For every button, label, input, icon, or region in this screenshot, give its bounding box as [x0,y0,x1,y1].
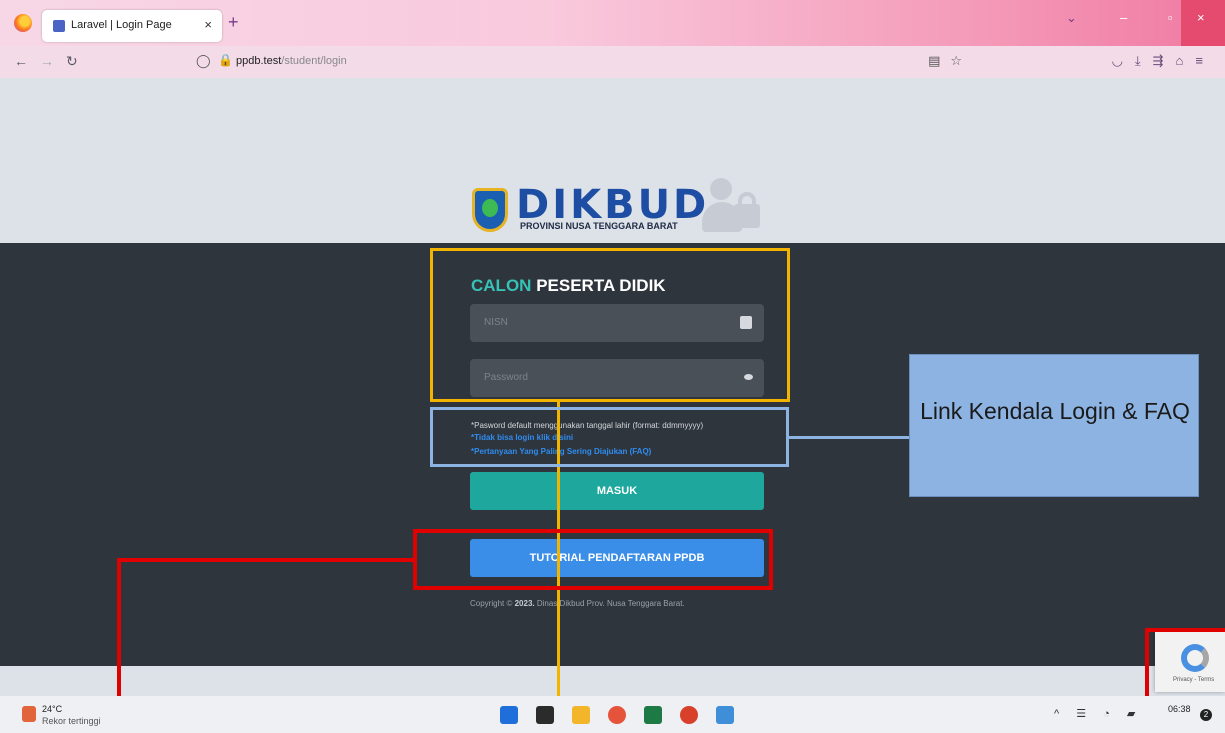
notification-icon[interactable]: 2 [1200,709,1212,721]
minimize-icon[interactable]: – [1120,10,1127,25]
page-footer-area [0,666,1225,696]
back-icon[interactable]: ← [14,53,28,69]
callout-text: Link Kendala Login & FAQ [920,398,1190,424]
weather-temperature[interactable]: 24°C [42,704,62,714]
annotation-blue-line [789,436,909,439]
browser-tab-bar: Laravel | Login Page × + ⌄ – ▫ × [0,0,1225,46]
shield-icon[interactable]: ◯ [196,53,211,69]
dikbud-logo: DIKBUD PROVINSI NUSA TENGGARA BARAT [472,178,772,238]
lock-icon[interactable]: 🔒 [218,53,233,67]
annotation-callout: Link Kendala Login & FAQ [909,354,1199,497]
new-tab-button[interactable]: + [228,12,239,33]
weather-icon[interactable] [22,706,36,722]
browser-tab[interactable]: Laravel | Login Page × [42,10,222,42]
app-icon[interactable] [680,706,698,724]
user-lock-icon [702,178,772,238]
brand-subtitle: PROVINSI NUSA TENGGARA BARAT [520,221,678,231]
windows-taskbar: 24°C Rekor tertinggi ^ ☰ ◔ ▰ 06:38 2 [0,696,1225,733]
windows-start-icon[interactable] [500,706,518,724]
firefox-taskbar-icon[interactable] [608,706,626,724]
favicon-icon [53,20,65,32]
annotation-red-line-horizontal [120,558,413,562]
browser-nav-bar: ← → ↻ ◯ 🔒 ppdb.test/student/login ▤☆ ◡⤓⇶… [0,46,1225,78]
file-explorer-icon[interactable] [572,706,590,724]
address-bar[interactable]: ◯ 🔒 ppdb.test/student/login ▤☆ [186,50,986,74]
tab-close-icon[interactable]: × [204,17,212,32]
copyright-text: Copyright © 2023. Dinas Dikbud Prov. Nus… [470,599,685,608]
reader-bookmark-icons[interactable]: ▤☆ [928,53,972,69]
url-text[interactable]: ppdb.test/student/login [236,55,347,67]
system-tray-icons[interactable]: ^ ☰ ◔ ▰ [1054,707,1142,720]
toolbar-icons[interactable]: ◡⤓⇶⌂≡ [1112,53,1215,69]
ntb-crest-icon [472,188,508,232]
firefox-icon[interactable] [14,14,32,32]
annotation-blue-box [430,407,789,467]
close-icon: × [1197,10,1205,25]
clock[interactable]: 06:38 [1168,704,1191,714]
forward-icon[interactable]: → [40,53,54,69]
annotation-yellow-box [430,248,790,402]
annotation-red-box [413,529,773,590]
chevron-down-icon[interactable]: ⌄ [1066,10,1077,26]
tab-title: Laravel | Login Page [71,19,172,31]
reload-icon[interactable]: ↻ [66,53,78,70]
maximize-icon[interactable]: ▫ [1168,10,1173,25]
close-window-button[interactable]: × [1181,0,1225,46]
app-icon-2[interactable] [716,706,734,724]
weather-description[interactable]: Rekor tertinggi [42,716,101,726]
excel-icon[interactable] [644,706,662,724]
task-view-icon[interactable] [536,706,554,724]
masuk-button[interactable]: MASUK [470,472,764,510]
